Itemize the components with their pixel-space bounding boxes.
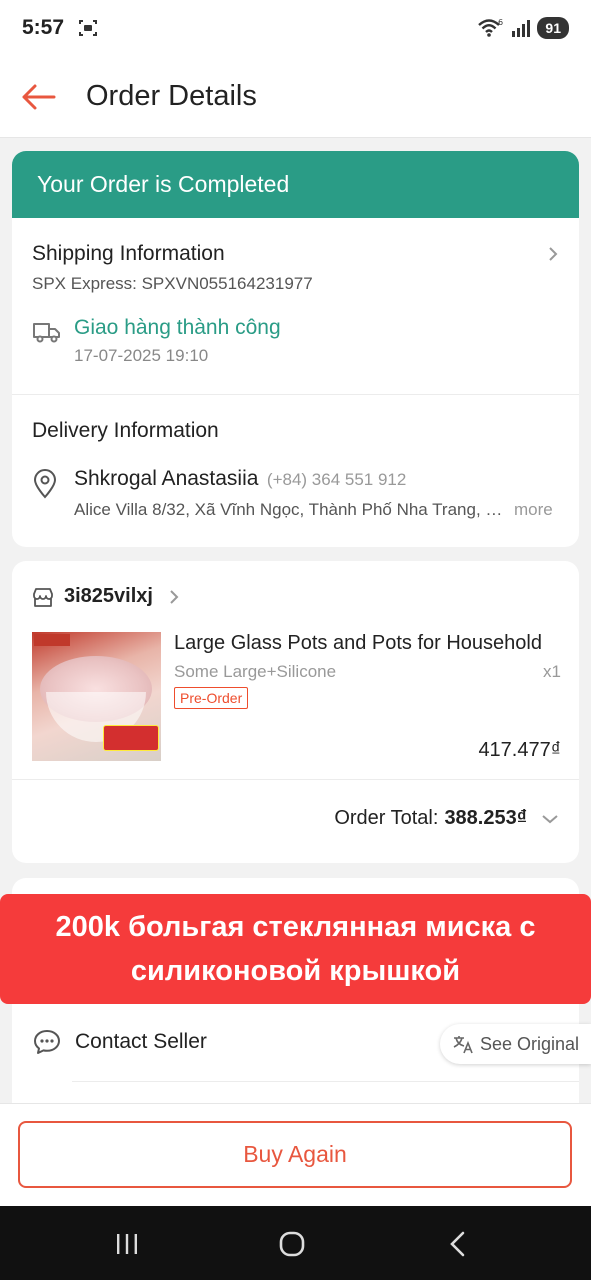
wifi-badge: 6	[498, 18, 503, 27]
wifi-icon: 6	[478, 18, 504, 37]
order-total-value: 388.253₫	[444, 807, 527, 829]
product-quantity: x1	[543, 662, 561, 681]
product-thumbnail	[32, 632, 161, 761]
shop-header[interactable]: 3i825vilxj	[12, 561, 579, 608]
recipient-name: Shkrogal Anastasiia	[74, 467, 259, 490]
status-bar: 5:57 6 91	[0, 0, 591, 56]
order-total-label: Order Total:	[334, 807, 439, 829]
back-button[interactable]	[18, 77, 58, 117]
buy-again-button[interactable]: Buy Again	[18, 1121, 572, 1188]
home-button[interactable]	[276, 1228, 308, 1260]
status-icons: 6 91	[477, 17, 569, 39]
see-original-button[interactable]: See Original	[440, 1024, 591, 1064]
thumbnail-tag-shape	[34, 634, 71, 646]
chat-icon	[34, 1030, 60, 1054]
shipping-info-section[interactable]: Shipping Information SPX Express: SPXVN0…	[12, 218, 579, 395]
system-nav-bar	[0, 1206, 591, 1280]
shop-name: 3i825vilxj	[64, 585, 153, 607]
bottom-action-bar: Buy Again	[0, 1103, 591, 1206]
address-more-link[interactable]: more	[514, 500, 553, 520]
status-time: 5:57	[22, 16, 65, 39]
caption-line-1: 200k больгая стеклянная миска с	[55, 911, 536, 943]
order-total-row[interactable]: Order Total: 388.253₫	[12, 779, 579, 857]
order-completed-banner: Your Order is Completed	[12, 151, 579, 218]
product-variant: Some Large+Silicone	[174, 662, 337, 681]
preorder-badge: Pre-Order	[174, 687, 249, 709]
screenshot-icon	[79, 20, 98, 36]
caption-overlay: 200k больгая стеклянная миска с силиконо…	[0, 894, 591, 1004]
shipping-status-row: Giao hàng thành công 17-07-2025 19:10	[32, 316, 559, 366]
home-icon	[279, 1231, 305, 1257]
battery-indicator: 91	[537, 17, 569, 39]
divider	[72, 1081, 579, 1082]
caption-line-2: силиконовой крышкой	[130, 955, 461, 987]
shop-icon	[33, 587, 53, 607]
thumbnail-badge-shape	[103, 725, 159, 751]
app-bar: Order Details	[0, 56, 591, 138]
delivery-info-section: Delivery Information Shkrogal Anastasiia…	[12, 395, 579, 520]
shipping-carrier: SPX Express: SPXVN055164231977	[32, 274, 313, 293]
chevron-right-icon	[549, 247, 558, 261]
see-original-label: See Original	[480, 1033, 580, 1054]
shipping-time: 17-07-2025 19:10	[74, 346, 209, 365]
page-title: Order Details	[86, 80, 257, 112]
location-pin-icon	[33, 469, 57, 499]
product-price: 417.477₫	[478, 739, 561, 761]
chevron-right-icon	[170, 589, 179, 604]
recent-apps-icon	[117, 1234, 137, 1254]
product-name: Large Glass Pots and Pots for Household	[174, 632, 542, 654]
recent-apps-button[interactable]	[111, 1228, 143, 1260]
translate-icon	[453, 1036, 473, 1054]
order-status-card: Your Order is Completed Shipping Informa…	[12, 151, 579, 547]
contact-seller-row[interactable]: Contact Seller	[32, 1028, 207, 1056]
delivery-info-title: Delivery Information	[32, 419, 219, 442]
system-back-button[interactable]	[442, 1228, 474, 1260]
contact-seller-label: Contact Seller	[75, 1030, 207, 1053]
product-item[interactable]: Large Glass Pots and Pots for Household …	[12, 608, 579, 762]
order-items-card: 3i825vilxj Large Glass Pots and Pots for…	[12, 561, 579, 863]
shipping-info-title: Shipping Information	[32, 242, 225, 265]
delivery-address: Alice Villa 8/32, Xã Vĩnh Ngọc, Thành Ph…	[74, 500, 508, 519]
signal-icon	[512, 20, 531, 37]
truck-icon	[33, 323, 60, 343]
back-chevron-icon	[450, 1231, 465, 1257]
recipient-phone: (+84) 364 551 912	[266, 470, 407, 489]
back-arrow-icon	[22, 84, 56, 109]
chevron-down-icon	[542, 814, 558, 823]
shipping-status: Giao hàng thành công	[74, 316, 281, 339]
